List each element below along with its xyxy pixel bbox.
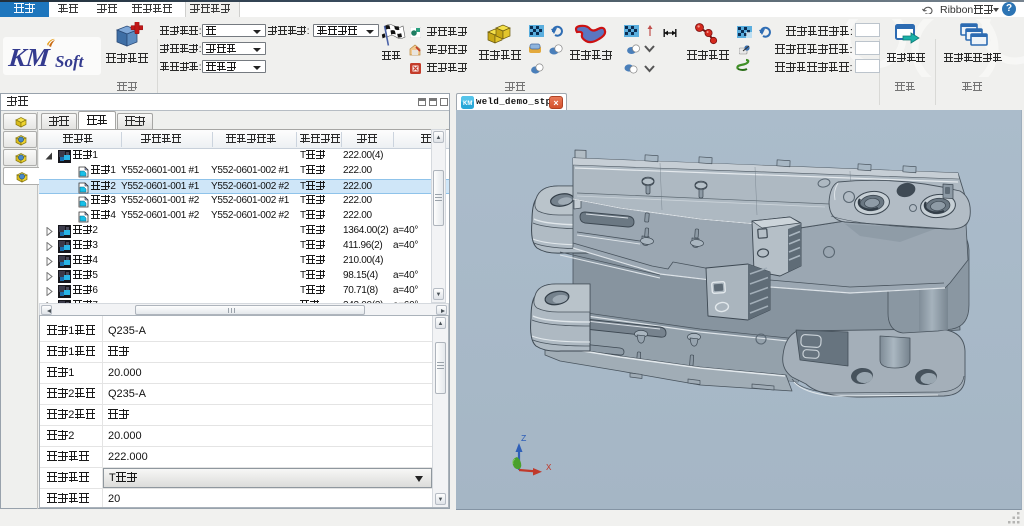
svg-text:Soft: Soft [55, 52, 85, 71]
svg-text:KM: KM [463, 101, 472, 107]
svg-text:KM: KM [6, 43, 51, 72]
svg-text:Z: Z [521, 434, 527, 444]
svg-text:X: X [546, 463, 552, 473]
